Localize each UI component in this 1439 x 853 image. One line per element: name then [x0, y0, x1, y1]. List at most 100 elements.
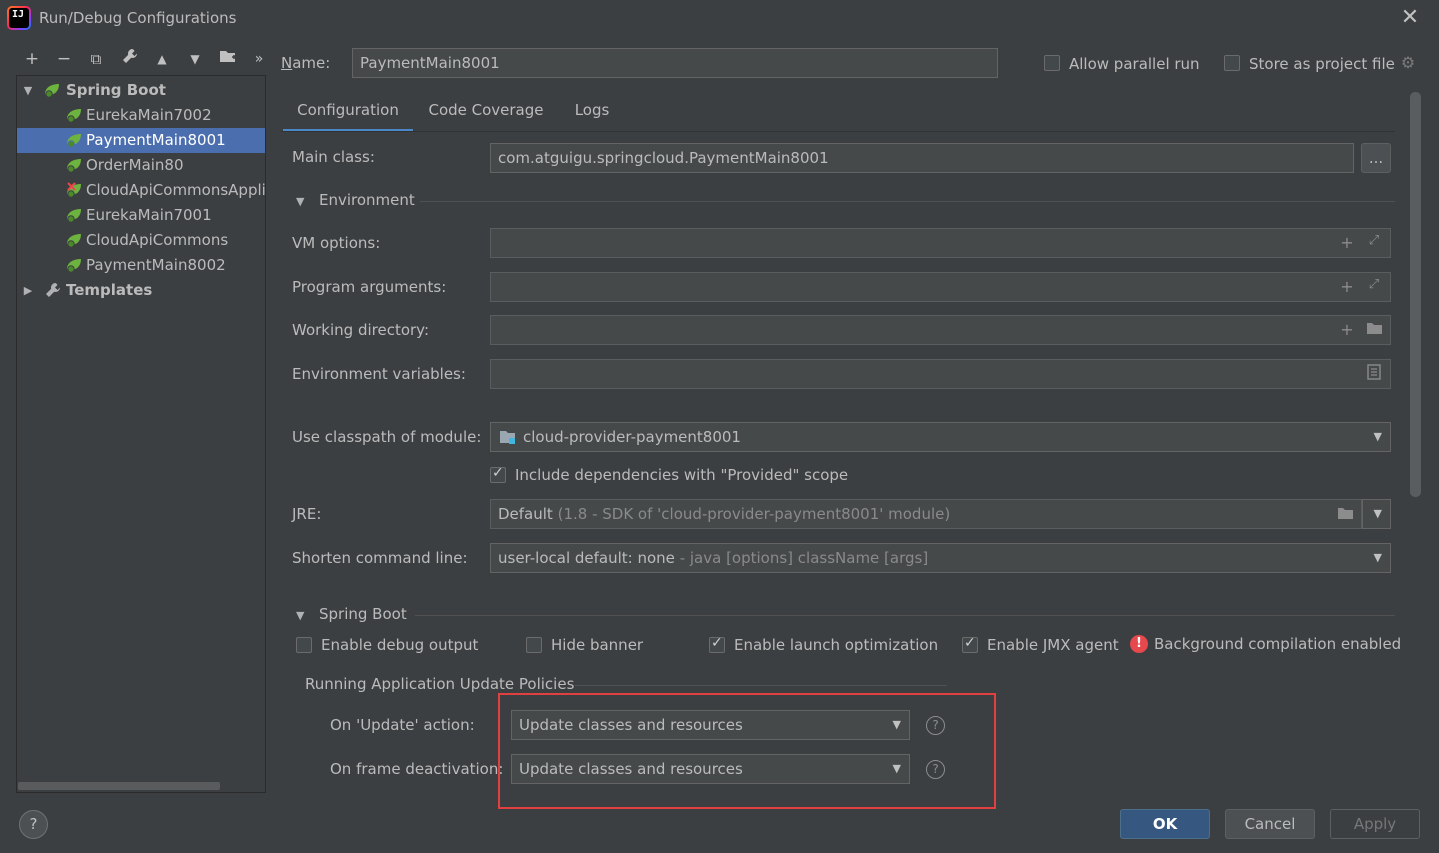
remove-icon[interactable]: −: [53, 48, 75, 70]
move-down-icon[interactable]: ▼: [184, 48, 206, 70]
tree-item[interactable]: EurekaMain7001: [17, 203, 265, 228]
move-up-icon[interactable]: ▲: [151, 48, 173, 70]
expand-icon[interactable]: ⤢: [1364, 233, 1384, 248]
collapse-arrow-icon[interactable]: ▼: [296, 195, 304, 208]
chevron-down-icon[interactable]: ▼: [893, 711, 901, 739]
folder-icon[interactable]: [1364, 320, 1384, 339]
on-frame-select[interactable]: Update classes and resources ▼: [511, 754, 910, 784]
jmx-agent-label: Enable JMX agent: [987, 636, 1119, 654]
store-project-checkbox[interactable]: [1224, 55, 1240, 71]
tree-item-selected[interactable]: PaymentMain8001: [17, 128, 265, 153]
folder-icon[interactable]: [1335, 505, 1355, 524]
chevron-down-icon[interactable]: ▼: [1374, 500, 1382, 528]
vm-options-label: VM options:: [292, 234, 381, 252]
collapse-arrow-icon[interactable]: ▼: [296, 609, 304, 622]
title-bar: IJ Run/Debug Configurations ✕: [0, 0, 1439, 38]
spring-boot-run-icon: [67, 259, 81, 273]
tree-item-label: PaymentMain8002: [86, 256, 226, 274]
tree-item-label: CloudApiCommonsAppli: [86, 181, 266, 199]
main-class-input[interactable]: com.atguigu.springcloud.PaymentMain8001: [490, 143, 1354, 173]
plus-icon[interactable]: +: [1337, 277, 1357, 296]
section-divider: [420, 201, 1395, 202]
spring-boot-run-icon: [67, 234, 81, 248]
enable-debug-label: Enable debug output: [321, 636, 479, 654]
classpath-label: Use classpath of module:: [292, 428, 482, 446]
cancel-button[interactable]: Cancel: [1225, 809, 1315, 839]
allow-parallel-checkbox[interactable]: [1044, 55, 1060, 71]
tree-item[interactable]: OrderMain80: [17, 153, 265, 178]
bg-compilation-label: Background compilation enabled: [1154, 635, 1402, 653]
hide-banner-checkbox[interactable]: [526, 637, 542, 653]
name-input[interactable]: PaymentMain8001: [352, 48, 998, 78]
on-update-label: On 'Update' action:: [330, 716, 475, 734]
ok-button[interactable]: OK: [1120, 809, 1210, 839]
jmx-agent-checkbox[interactable]: [962, 635, 978, 653]
shorten-hint: - java [options] className [args]: [679, 549, 929, 567]
tree-group-templates[interactable]: ▶ Templates: [17, 278, 265, 303]
on-frame-value: Update classes and resources: [519, 760, 743, 778]
classpath-value: cloud-provider-payment8001: [523, 428, 741, 446]
help-icon[interactable]: ?: [926, 760, 945, 779]
env-vars-input[interactable]: [490, 359, 1391, 389]
tree-item[interactable]: PaymentMain8002: [17, 253, 265, 278]
tree-horizontal-scrollbar[interactable]: [18, 782, 220, 790]
apply-button[interactable]: Apply: [1330, 809, 1420, 839]
copy-icon[interactable]: ⧉: [85, 48, 107, 70]
tab-code-coverage[interactable]: Code Coverage: [421, 96, 551, 132]
gear-icon[interactable]: ⚙: [1399, 54, 1417, 72]
launch-optimization-label: Enable launch optimization: [734, 636, 939, 654]
working-dir-input[interactable]: [490, 315, 1391, 345]
program-args-input[interactable]: [490, 272, 1391, 302]
tab-logs[interactable]: Logs: [566, 96, 618, 132]
folder-add-icon[interactable]: [217, 48, 239, 70]
expanded-arrow-icon[interactable]: ▼: [21, 78, 35, 103]
on-update-select[interactable]: Update classes and resources ▼: [511, 710, 910, 740]
close-icon[interactable]: ✕: [1398, 6, 1422, 30]
section-divider: [575, 685, 947, 686]
chevron-down-icon[interactable]: ▼: [1374, 423, 1382, 451]
plus-icon[interactable]: +: [1337, 320, 1357, 339]
edit-list-icon[interactable]: [1364, 364, 1384, 384]
jre-dropdown-button[interactable]: ▼: [1362, 499, 1391, 529]
help-button[interactable]: ?: [19, 810, 48, 839]
tree-item-label: PaymentMain8001: [86, 131, 226, 149]
classpath-select[interactable]: cloud-provider-payment8001 ▼: [490, 422, 1391, 452]
hide-banner-label: Hide banner: [551, 636, 644, 654]
name-label: Name:: [281, 54, 331, 72]
tab-configuration[interactable]: Configuration: [283, 96, 413, 132]
configuration-tree[interactable]: ▼ Spring Boot EurekaMain7002 PaymentMain…: [16, 75, 266, 793]
help-icon[interactable]: ?: [926, 716, 945, 735]
add-icon[interactable]: +: [21, 48, 43, 70]
spring-boot-run-icon: [67, 209, 81, 223]
tree-item[interactable]: CloudApiCommons: [17, 228, 265, 253]
enable-debug-checkbox[interactable]: [296, 637, 312, 653]
store-project-label: Store as project file: [1249, 55, 1395, 73]
launch-optimization-checkbox[interactable]: [709, 635, 725, 653]
browse-main-class-button[interactable]: ...: [1361, 143, 1391, 173]
tree-group-spring-boot[interactable]: ▼ Spring Boot: [17, 78, 265, 103]
spring-boot-run-icon: [67, 159, 81, 173]
tree-item[interactable]: CloudApiCommonsAppli: [17, 178, 265, 203]
tree-group-label: Templates: [66, 281, 153, 299]
spring-boot-icon: [45, 84, 59, 98]
error-icon: !: [1130, 635, 1148, 653]
jre-input[interactable]: Default (1.8 - SDK of 'cloud-provider-pa…: [490, 499, 1362, 529]
shorten-select[interactable]: user-local default: none - java [options…: [490, 543, 1391, 573]
on-update-value: Update classes and resources: [519, 716, 743, 734]
include-deps-checkbox[interactable]: [490, 465, 506, 483]
wrench-icon[interactable]: [119, 48, 141, 70]
expand-icon[interactable]: ⤢: [1364, 277, 1384, 292]
plus-icon[interactable]: +: [1337, 233, 1357, 252]
tab-separator: [281, 131, 1395, 132]
tree-item[interactable]: EurekaMain7002: [17, 103, 265, 128]
tree-item-label: OrderMain80: [86, 156, 184, 174]
collapsed-arrow-icon[interactable]: ▶: [21, 278, 35, 303]
shorten-value: user-local default: none: [498, 549, 675, 567]
spring-boot-run-icon: [67, 109, 81, 123]
chevron-down-icon[interactable]: ▼: [1374, 544, 1382, 572]
more-icon[interactable]: »: [248, 48, 270, 70]
vm-options-input[interactable]: [490, 228, 1391, 258]
vertical-scrollbar[interactable]: [1410, 92, 1421, 497]
tree-group-label: Spring Boot: [66, 81, 166, 99]
chevron-down-icon[interactable]: ▼: [893, 755, 901, 783]
